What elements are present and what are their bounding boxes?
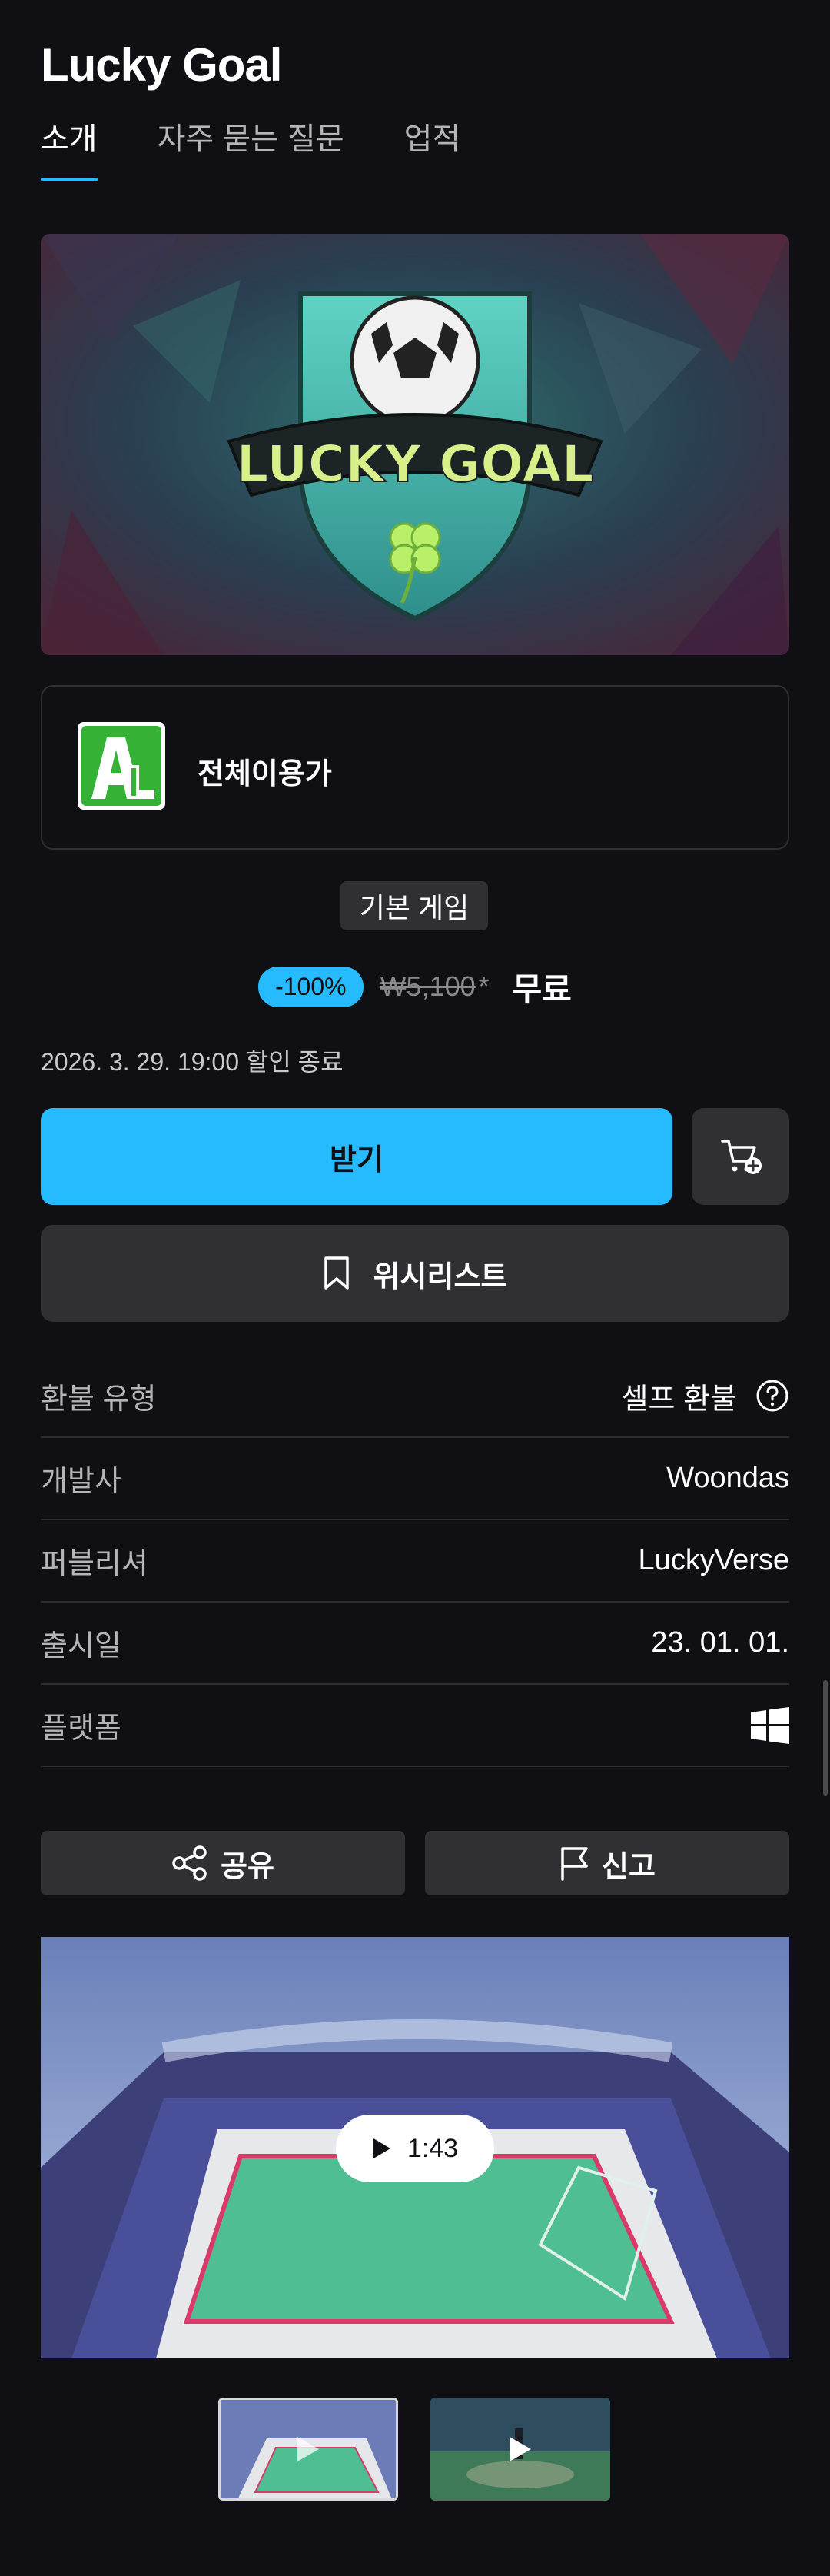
release-date-label: 출시일 <box>41 1630 121 1662</box>
hero-image: LUCKY GOAL <box>41 234 789 655</box>
bookmark-icon <box>324 1256 349 1290</box>
add-to-cart-button[interactable] <box>692 1108 789 1205</box>
developer-value: Woondas <box>666 1462 789 1494</box>
play-icon <box>373 2138 390 2158</box>
refund-type-label: 환불 유형 <box>41 1383 157 1416</box>
report-button[interactable]: 신고 <box>425 1831 789 1895</box>
wishlist-button[interactable]: 위시리스트 <box>41 1225 789 1322</box>
developer-label: 개발사 <box>41 1466 121 1498</box>
trailer-video[interactable]: 1:43 <box>41 1937 789 2358</box>
platform-label: 플랫폼 <box>41 1712 121 1745</box>
original-price: ₩5,100 <box>380 970 476 1002</box>
windows-icon <box>751 1706 789 1744</box>
info-row-release: 출시일 23. 01. 01. <box>41 1603 789 1685</box>
publisher-value: LuckyVerse <box>638 1544 789 1576</box>
age-rating-all-icon <box>78 722 165 810</box>
flag-icon <box>561 1847 588 1881</box>
get-button[interactable]: 받기 <box>41 1108 672 1205</box>
add-to-cart-icon <box>720 1140 762 1174</box>
play-icon <box>297 2437 319 2461</box>
tab-achievements[interactable]: 업적 <box>404 114 461 181</box>
info-row-developer: 개발사 Woondas <box>41 1438 789 1520</box>
age-rating-card: 전체이용가 <box>41 685 789 850</box>
price-row: -100% ₩5,100 * 무료 <box>0 964 830 1009</box>
help-icon[interactable] <box>755 1379 789 1413</box>
tab-faq[interactable]: 자주 묻는 질문 <box>158 114 344 181</box>
page-title: Lucky Goal <box>41 39 282 91</box>
discount-badge: -100% <box>258 966 364 1007</box>
hero-logo-text: LUCKY GOAL <box>236 434 593 494</box>
tab-overview[interactable]: 소개 <box>41 114 98 181</box>
publisher-label: 퍼블리셔 <box>41 1548 148 1580</box>
play-icon <box>510 2437 531 2461</box>
refund-type-value: 셀프 환불 <box>621 1383 737 1416</box>
price-asterisk: * <box>478 970 490 1002</box>
base-game-badge: 기본 게임 <box>340 881 488 930</box>
video-duration: 1:43 <box>407 2133 459 2163</box>
info-row-platform: 플랫폼 <box>41 1685 789 1767</box>
sale-end-date: 2026. 3. 29. 19:00 할인 종료 <box>41 1048 344 1076</box>
age-rating-label: 전체이용가 <box>198 758 332 790</box>
play-video-button[interactable]: 1:43 <box>336 2115 494 2182</box>
media-thumbnail-2[interactable] <box>430 2398 610 2501</box>
share-label: 공유 <box>221 1850 274 1883</box>
release-date-value: 23. 01. 01. <box>651 1626 789 1659</box>
share-icon <box>172 1845 207 1881</box>
info-row-refund: 환불 유형 셀프 환불 <box>41 1355 789 1438</box>
tab-bar: 소개 자주 묻는 질문 업적 <box>41 114 460 181</box>
share-button[interactable]: 공유 <box>41 1831 405 1895</box>
wishlist-label: 위시리스트 <box>373 1260 508 1293</box>
game-info-list: 환불 유형 셀프 환불 개발사 Woondas 퍼블리셔 LuckyVerse … <box>41 1355 789 1767</box>
current-price: 무료 <box>512 970 572 1007</box>
scrollbar-thumb[interactable] <box>823 1680 828 1796</box>
report-label: 신고 <box>602 1850 656 1883</box>
media-thumbnail-1[interactable] <box>218 2398 398 2501</box>
info-row-publisher: 퍼블리셔 LuckyVerse <box>41 1520 789 1603</box>
